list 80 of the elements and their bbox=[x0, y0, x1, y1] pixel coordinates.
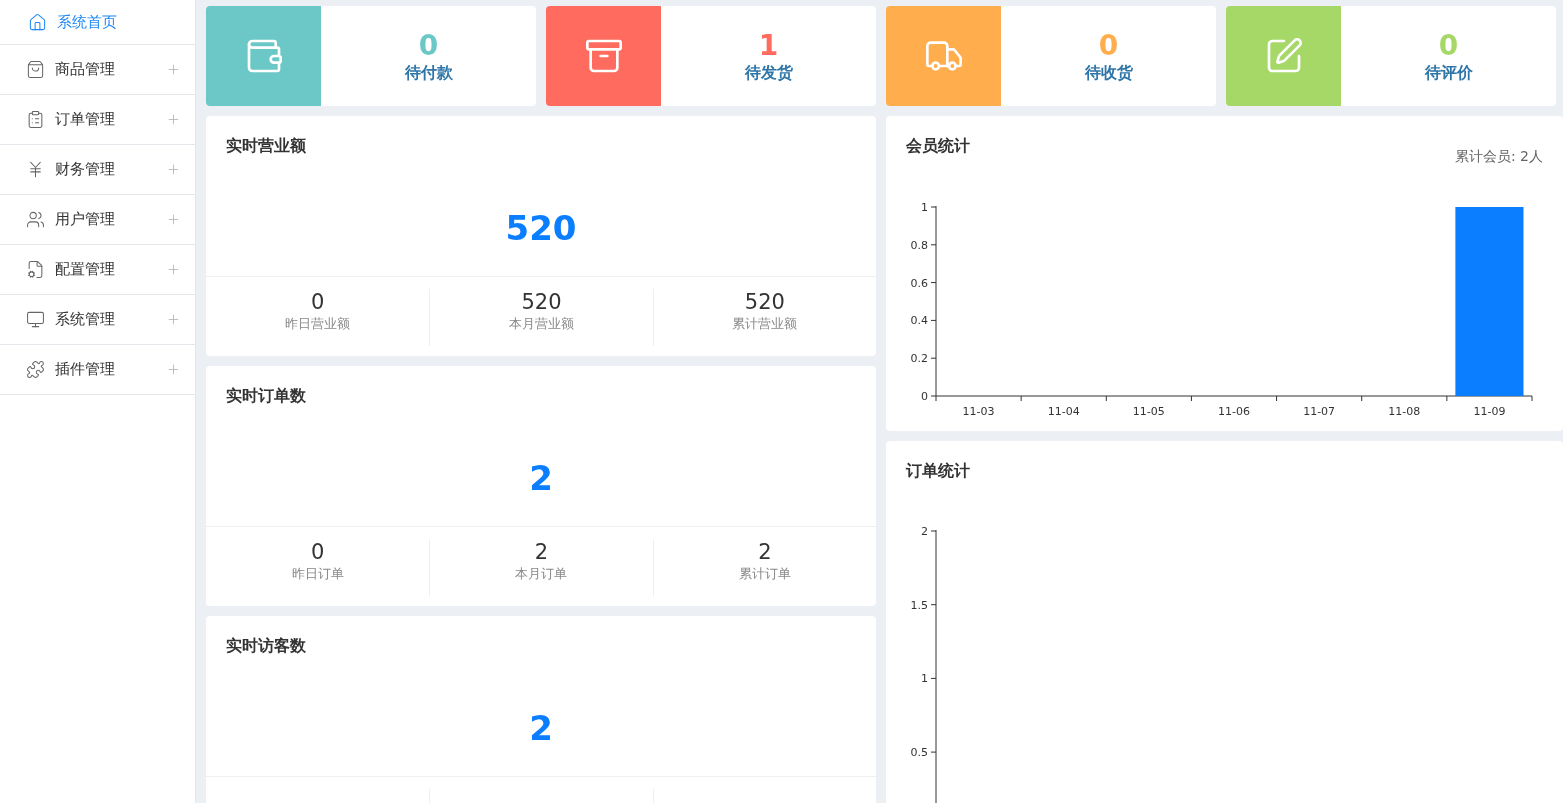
tick-label: 1.5 bbox=[910, 598, 928, 612]
plus-icon[interactable] bbox=[166, 62, 181, 77]
status-card[interactable]: 0 待付款 bbox=[206, 6, 536, 106]
plus-icon[interactable] bbox=[166, 362, 181, 377]
tick-label: 11-04 bbox=[1047, 405, 1080, 416]
sidebar-item[interactable]: 配置管理 bbox=[0, 245, 195, 295]
tick-label: 0.4 bbox=[910, 314, 928, 328]
card-title: 实时营业额 bbox=[225, 135, 307, 156]
tick-label: 11-09 bbox=[1473, 405, 1506, 416]
tick-label: 11-03 bbox=[962, 405, 995, 416]
sidebar-item[interactable]: 商品管理 bbox=[0, 45, 195, 95]
tick-label: 11-05 bbox=[1132, 405, 1165, 416]
card-title: 实时订单数 bbox=[225, 385, 307, 406]
menu-label: 订单管理 bbox=[55, 110, 116, 129]
menu-label: 系统管理 bbox=[55, 310, 116, 329]
stat-value: 2 bbox=[534, 539, 549, 565]
stat-label: 昨日订单 bbox=[291, 565, 344, 583]
stat-value: 2 bbox=[758, 539, 772, 565]
plus-icon[interactable] bbox=[166, 262, 181, 277]
puzzle-icon bbox=[26, 360, 45, 379]
stat-value: 520 bbox=[744, 289, 785, 315]
tick-label: 0 bbox=[921, 390, 928, 403]
sidebar-item[interactable]: 系统管理 bbox=[0, 295, 195, 345]
sidebar-item[interactable]: 插件管理 bbox=[0, 345, 195, 395]
plus-icon[interactable] bbox=[166, 162, 181, 177]
stat-label: 昨日营业额 bbox=[285, 315, 351, 333]
card-title: 实时访客数 bbox=[225, 635, 307, 656]
tick-label: 2 bbox=[921, 525, 928, 538]
tick-label: 1 bbox=[921, 672, 928, 686]
menu-label: 插件管理 bbox=[55, 360, 116, 379]
stat-value: 520 bbox=[521, 289, 562, 315]
document-gear-icon bbox=[26, 260, 45, 279]
count: 1 bbox=[758, 28, 779, 63]
status-label: 待收货 bbox=[1084, 62, 1133, 84]
status-card[interactable]: 0 待收货 bbox=[886, 6, 1216, 106]
plus-icon[interactable] bbox=[166, 112, 181, 127]
status-card[interactable]: 1 待发货 bbox=[546, 6, 876, 106]
stat-label: 本月营业额 bbox=[509, 315, 574, 333]
users-icon bbox=[26, 210, 45, 229]
big-value: 2 bbox=[529, 458, 553, 498]
sidebar-item[interactable]: 用户管理 bbox=[0, 195, 195, 245]
status-label: 待付款 bbox=[404, 62, 453, 84]
card-title: 会员统计 bbox=[906, 136, 970, 157]
plus-icon[interactable] bbox=[166, 212, 181, 227]
big-value: 2 bbox=[529, 708, 553, 748]
bag-icon bbox=[26, 60, 45, 79]
tick-label: 0.5 bbox=[910, 746, 928, 760]
status-label: 待发货 bbox=[744, 62, 793, 84]
stat-label: 累计营业额 bbox=[732, 315, 798, 333]
menu-label: 财务管理 bbox=[55, 160, 116, 179]
home-icon bbox=[28, 12, 47, 32]
tick-label: 11-07 bbox=[1303, 405, 1336, 416]
tick-label: 1 bbox=[921, 201, 928, 214]
plus-icon[interactable] bbox=[166, 312, 181, 327]
sidebar-item[interactable]: 订单管理 bbox=[0, 95, 195, 145]
tick-label: 0.2 bbox=[910, 352, 928, 366]
stat-value: 0 bbox=[310, 289, 325, 315]
menu-label: 配置管理 bbox=[55, 260, 116, 279]
menu-label: 系统首页 bbox=[57, 12, 118, 32]
sidebar-item[interactable]: 系统首页 bbox=[0, 0, 195, 45]
menu-label: 用户管理 bbox=[55, 210, 116, 229]
count: 0 bbox=[418, 28, 439, 63]
tick-label: 11-08 bbox=[1388, 405, 1421, 416]
tick-label: 0.8 bbox=[910, 238, 928, 252]
count: 0 bbox=[1098, 28, 1119, 63]
tick-label: 11-06 bbox=[1218, 405, 1250, 416]
member-total: 累计会员: 2人 bbox=[1454, 148, 1543, 166]
big-value: 520 bbox=[505, 208, 577, 248]
clipboard-icon bbox=[26, 110, 45, 129]
menu-label: 商品管理 bbox=[55, 60, 116, 79]
stat-label: 本月订单 bbox=[515, 565, 568, 583]
monitor-icon bbox=[26, 310, 45, 329]
stat-value: 0 bbox=[310, 539, 325, 565]
stat-label: 累计订单 bbox=[738, 565, 791, 583]
status-card[interactable]: 0 待评价 bbox=[1226, 6, 1556, 106]
card-title: 订单统计 bbox=[906, 461, 970, 482]
status-label: 待评价 bbox=[1424, 62, 1473, 84]
count: 0 bbox=[1438, 28, 1459, 63]
sidebar-item[interactable]: 财务管理 bbox=[0, 145, 195, 195]
tick-label: 0.6 bbox=[910, 276, 928, 290]
